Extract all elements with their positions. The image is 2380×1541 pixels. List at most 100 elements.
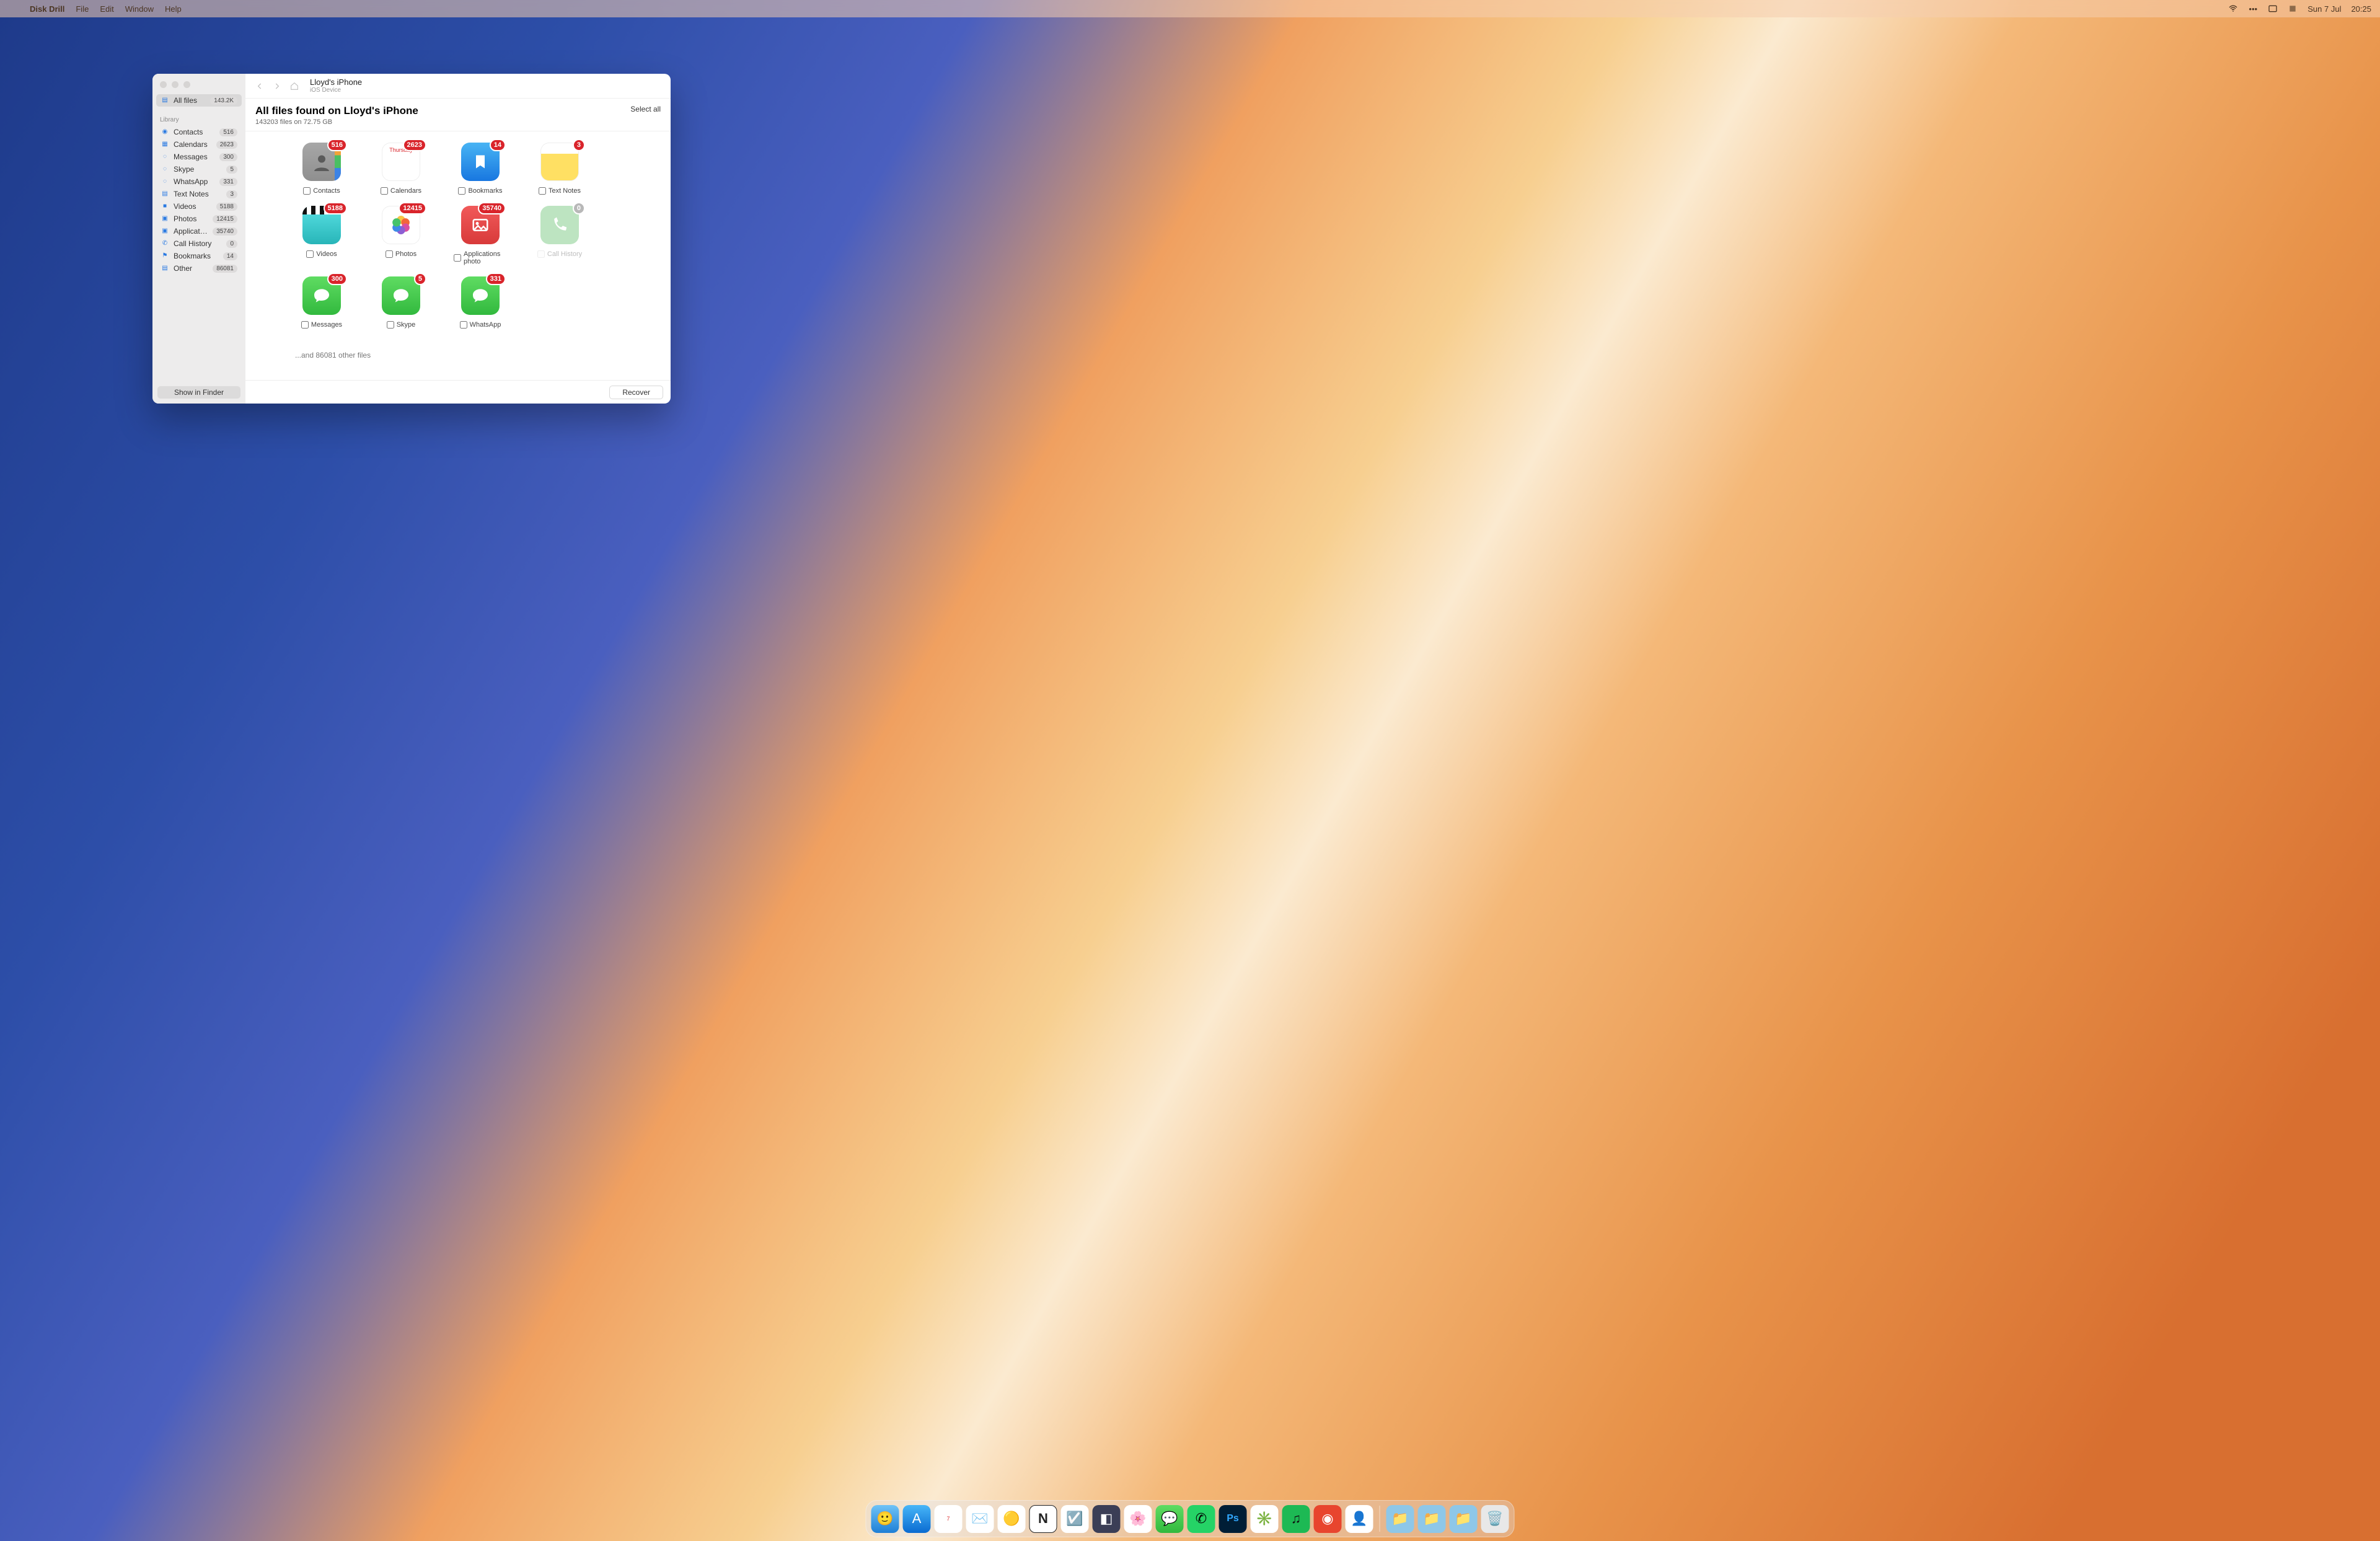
sidebar-item-badge: 35740 [213, 227, 237, 236]
dock-whatsapp-icon[interactable]: ✆ [1188, 1505, 1215, 1533]
dock-photoshop-icon[interactable]: Ps [1219, 1505, 1247, 1533]
app-window: ▤ All files 143.2K Library ◉ Contacts 51… [152, 74, 671, 404]
tile-call-history[interactable]: 0 Call History [533, 206, 586, 265]
wifi-icon[interactable] [2228, 4, 2238, 14]
minimize-window-icon[interactable] [172, 81, 178, 88]
dock-things-icon[interactable]: ☑️ [1061, 1505, 1089, 1533]
sidebar-item-applications-photo[interactable]: ▣ Applications photo 35740 [156, 225, 242, 237]
tile-checkbox[interactable] [386, 250, 393, 258]
sidebar-item-all-files[interactable]: ▤ All files 143.2K [156, 94, 242, 107]
sidebar-item-photos[interactable]: ▣ Photos 12415 [156, 213, 242, 225]
back-button[interactable] [253, 79, 267, 93]
tile-count: 331 [486, 273, 506, 285]
help-menu[interactable]: Help [165, 4, 182, 14]
sidebar-item-videos[interactable]: ■ Videos 5188 [156, 200, 242, 213]
window-menu[interactable]: Window [125, 4, 154, 14]
apple-menu-icon[interactable] [9, 4, 19, 14]
tile-skype[interactable]: 5 Skype [374, 276, 428, 329]
sidebar-item-badge: 12415 [213, 215, 237, 223]
menubar-extra-icon[interactable] [2288, 4, 2298, 14]
sidebar-section-title: Library [152, 110, 245, 125]
sidebar-item-skype[interactable]: ◌ Skype 5 [156, 163, 242, 175]
tile-calendars[interactable]: Thursday 9 2623 Calendars [374, 143, 428, 195]
dock-photos-icon[interactable]: 🌸 [1124, 1505, 1152, 1533]
sidebar-item-badge: 14 [223, 252, 237, 260]
sidebar-item-messages[interactable]: ◌ Messages 300 [156, 151, 242, 163]
sidebar-library-list: ◉ Contacts 516 ▦ Calendars 2623 ◌ Messag… [152, 125, 245, 278]
sidebar-item-other[interactable]: ▤ Other 86081 [156, 262, 242, 275]
recover-button[interactable]: Recover [609, 386, 663, 399]
tile-count: 2623 [403, 139, 426, 151]
tile-checkbox[interactable] [381, 187, 388, 195]
sidebar-item-calendars[interactable]: ▦ Calendars 2623 [156, 138, 242, 151]
dock-finder-icon[interactable]: 🙂 [871, 1505, 899, 1533]
dock-shortcuts-icon[interactable]: ◧ [1093, 1505, 1121, 1533]
dock-notion-icon[interactable]: N [1029, 1505, 1057, 1533]
dock-podcast-icon[interactable]: ◉ [1314, 1505, 1342, 1533]
dock-mail-icon[interactable]: ✉️ [966, 1505, 994, 1533]
sidebar-item-text-notes[interactable]: ▤ Text Notes 3 [156, 188, 242, 200]
tile-messages[interactable]: 300 Messages [295, 276, 348, 329]
forward-button[interactable] [270, 79, 284, 93]
file-menu[interactable]: File [76, 4, 89, 14]
tile-checkbox[interactable] [460, 321, 467, 329]
control-center-icon[interactable] [2268, 4, 2278, 14]
tile-checkbox[interactable] [458, 187, 465, 195]
video-icon: ■ [161, 202, 169, 211]
page-title: All files found on Lloyd's iPhone [255, 105, 630, 117]
menubar-date[interactable]: Sun 7 Jul [2307, 4, 2341, 14]
menubar-time[interactable]: 20:25 [2351, 4, 2371, 14]
menubar: Disk Drill File Edit Window Help ••• Sun… [0, 0, 2380, 17]
tile-label: Contacts [313, 187, 340, 195]
tile-contacts[interactable]: 516 Contacts [295, 143, 348, 195]
dock-preview-icon[interactable]: 👤 [1346, 1505, 1373, 1533]
dock-messages-icon[interactable]: 💬 [1156, 1505, 1184, 1533]
sidebar-item-call-history[interactable]: ✆ Call History 0 [156, 237, 242, 250]
dock-folder-icon[interactable]: 📁 [1418, 1505, 1446, 1533]
sidebar-item-label: Bookmarks [174, 252, 219, 260]
tile-label: Calendars [390, 187, 421, 195]
tile-whatsapp[interactable]: 331 WhatsApp [454, 276, 507, 329]
tile-text-notes[interactable]: 3 Text Notes [533, 143, 586, 195]
sidebar-item-contacts[interactable]: ◉ Contacts 516 [156, 126, 242, 138]
bottom-bar: Recover [245, 380, 671, 404]
dock-trash-icon[interactable]: 🗑️ [1481, 1505, 1509, 1533]
dock-calendar-icon[interactable]: 7 [935, 1505, 963, 1533]
tile-count: 14 [490, 139, 506, 151]
tile-checkbox[interactable] [306, 250, 314, 258]
tile-checkbox[interactable] [301, 321, 309, 329]
tile-applications-photo[interactable]: 35740 Applications photo [454, 206, 507, 265]
select-all-button[interactable]: Select all [630, 105, 661, 113]
tile-count: 3 [573, 139, 585, 151]
dock-folder-icon[interactable]: 📁 [1386, 1505, 1414, 1533]
other-files-text: ...and 86081 other files [295, 340, 652, 367]
tile-label: WhatsApp [470, 321, 501, 329]
calendar-day: 9 [396, 152, 406, 172]
fullscreen-window-icon[interactable] [183, 81, 190, 88]
tile-checkbox[interactable] [454, 254, 461, 262]
sidebar-item-whatsapp[interactable]: ◌ WhatsApp 331 [156, 175, 242, 188]
menubar-app-name[interactable]: Disk Drill [30, 4, 64, 14]
edit-menu[interactable]: Edit [100, 4, 113, 14]
window-traffic-lights[interactable] [152, 74, 245, 93]
sidebar-item-badge: 300 [219, 153, 237, 161]
tile-videos[interactable]: 5188 Videos [295, 206, 348, 265]
menubar-overflow-icon[interactable]: ••• [2248, 4, 2258, 14]
tile-label: Skype [397, 321, 416, 329]
dock-chrome-icon[interactable]: 🟡 [998, 1505, 1026, 1533]
tile-checkbox[interactable] [303, 187, 311, 195]
dock-folder-icon[interactable]: 📁 [1450, 1505, 1478, 1533]
home-button[interactable] [288, 79, 301, 93]
tile-label: Bookmarks [468, 187, 502, 195]
tile-bookmarks[interactable]: 14 Bookmarks [454, 143, 507, 195]
tile-count: 516 [327, 139, 347, 151]
dock-slack-icon[interactable]: ✳️ [1251, 1505, 1279, 1533]
tile-checkbox[interactable] [539, 187, 546, 195]
dock-spotify-icon[interactable]: ♫ [1282, 1505, 1310, 1533]
sidebar-item-bookmarks[interactable]: ⚑ Bookmarks 14 [156, 250, 242, 262]
dock-appstore-icon[interactable]: A [903, 1505, 931, 1533]
tile-photos[interactable]: 12415 Photos [374, 206, 428, 265]
tile-checkbox[interactable] [387, 321, 394, 329]
show-in-finder-button[interactable]: Show in Finder [157, 386, 240, 399]
close-window-icon[interactable] [160, 81, 167, 88]
